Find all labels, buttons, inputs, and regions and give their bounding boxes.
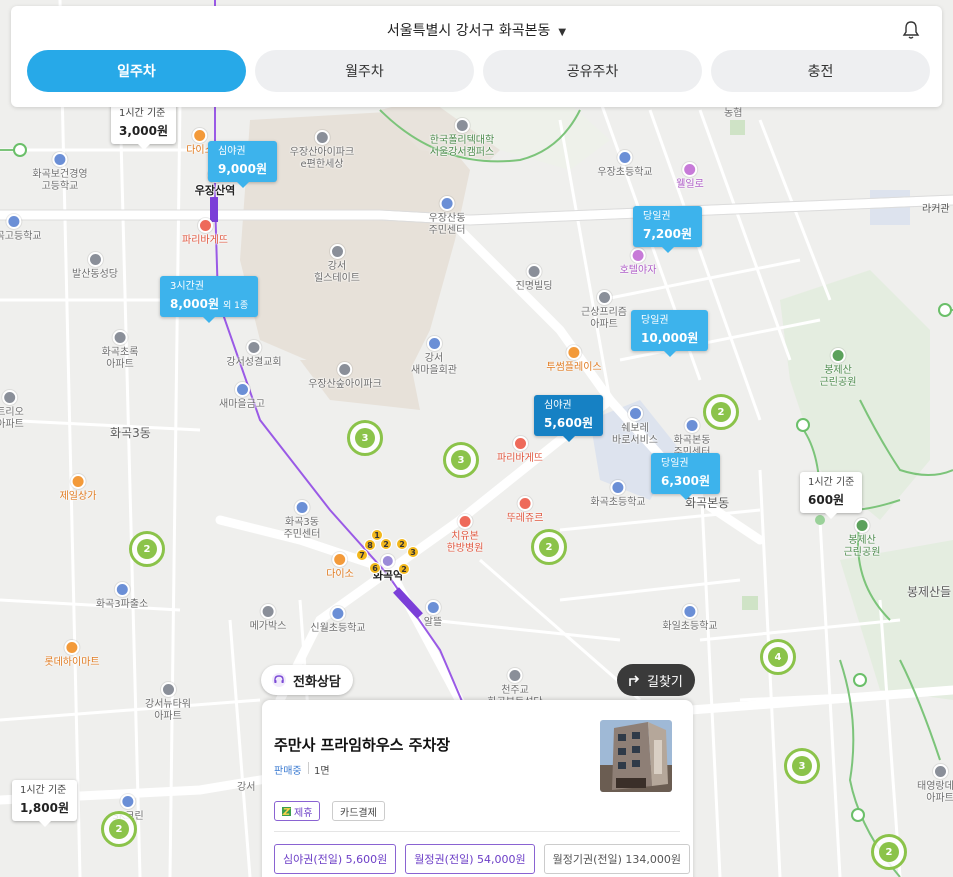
area-label-hwagokbon: 화곡본동 [685,496,730,510]
poi-hwagok-bogeon-school[interactable]: 화곡보건경영 고등학교 [32,152,88,193]
lot-photo[interactable] [600,720,672,792]
parking-cluster[interactable]: 3 [784,748,820,784]
poi-polytech[interactable]: 한국폴리텍대학 서울강서캠퍼스 [430,118,494,159]
poi-gangseo-church[interactable]: 강서성결교회 [226,340,282,369]
directions-button[interactable]: 길찾기 [617,664,695,696]
price-pin[interactable]: 당일권 6,300원 [651,453,720,494]
station-count: 7 [356,549,368,561]
poi-bongjesan-park[interactable]: 봉제산 근린공원 [820,348,856,389]
hourly-price-pin[interactable]: 1시간 기준 600원 [800,472,863,513]
ticket-price-list: 심야권(전일) 5,600원 월정권(전일) 54,000원 월정기권(전일) … [274,844,691,874]
top-header: 서울특별시 강서구 화곡본동 ▼ 일주차 월주차 공유주차 충전 [11,6,942,107]
poi-bongjesan-park-2[interactable]: 봉제산 근린공원 [844,518,880,559]
poi-trio[interactable]: 트리오 아파트 [0,390,24,431]
poi-welo[interactable]: 웰일로 [676,162,704,191]
poi-shinwol-elem[interactable]: 신월초등학교 [310,606,366,635]
poi-hwail-elem[interactable]: 화일초등학교 [662,604,718,633]
poi-woojangsan-center[interactable]: 우장산동 주민센터 [429,196,465,237]
parking-cluster[interactable]: 2 [703,394,739,430]
poi-hwagok3-center[interactable]: 화곡3동 주민센터 [284,500,320,541]
poi-gangseo-newtower[interactable]: 강서뉴타워 아파트 [145,682,191,723]
station-count: 2 [396,538,408,550]
poi-tous-les-jours[interactable]: 뚜레쥬르 [507,496,543,525]
divider [308,762,309,774]
poi-hwagok3-police[interactable]: 화곡3파출소 [96,582,148,611]
tab-daily-parking[interactable]: 일주차 [27,50,246,92]
parking-cluster[interactable]: 3 [443,442,479,478]
hourly-price-pin[interactable]: 1시간 기준 3,000원 [111,103,176,144]
price-pin[interactable]: 당일권 7,200원 [633,206,702,247]
poi-woojangsan-sup[interactable]: 우장산숲아이파크 [308,362,382,391]
poi-hwagok-chorok[interactable]: 화곡초록 아파트 [102,330,138,371]
location-selector[interactable]: 서울특별시 강서구 화곡본동 ▼ [11,20,942,40]
poi-megabox[interactable]: 메가박스 [250,604,286,633]
category-tabs: 일주차 월주차 공유주차 충전 [27,50,930,92]
station-count: 8 [364,539,376,551]
station-count: 2 [380,538,392,550]
lot-spaces: 1면 [314,766,330,777]
parking-lot-card[interactable]: 주만사 프라임하우스 주차장 판매중 1면 제휴 카드결제 심야권(전일) 5,… [262,700,693,877]
ticket-price-monthly[interactable]: 월정권(전일) 54,000원 [405,844,535,874]
price-pin[interactable]: 3시간권 8,000원 외 1종 [160,276,259,317]
poi-paris-baguette-2[interactable]: 파리바게뜨 [497,436,543,465]
price-pin-selected[interactable]: 심야권 5,600원 [534,395,603,436]
station-count: 3 [407,546,419,558]
poi-hwagok-high[interactable]: 화곡고등학교 [0,214,42,243]
station-count: 6 [369,562,381,574]
parking-cluster[interactable]: 4 [760,639,796,675]
poi-balsan-church[interactable]: 발산동성당 [72,252,118,281]
headset-icon [272,673,286,687]
poi-daiso-2[interactable]: 다이소 [326,552,354,581]
poi-jeil-sangga[interactable]: 제일상가 [60,474,96,503]
tab-monthly-parking[interactable]: 월주차 [255,50,474,92]
parking-cluster[interactable]: 2 [129,531,165,567]
partner-logo-icon [282,806,291,816]
lot-name: 주만사 프라임하우스 주차장 [274,736,451,754]
poi-jinmyung[interactable]: 진명빌딩 [516,264,552,293]
poi-chiyubon[interactable]: 치유본 한방병원 [447,514,483,555]
area-label-bongjesan: 봉제산들 [907,585,952,599]
turn-right-arrow-icon [629,675,640,686]
parking-cluster[interactable]: 2 [871,834,907,870]
poi-hwagok-elem[interactable]: 화곡초등학교 [590,480,646,509]
hourly-price-pin[interactable]: 1시간 기준 1,800원 [12,780,77,821]
lot-status: 판매중 [274,766,302,777]
phone-consult-button[interactable]: 전화상담 [261,665,353,695]
parking-cluster[interactable]: 2 [531,529,567,565]
partner-chip: 제휴 [274,801,321,821]
poi-woojang-elem[interactable]: 우장초등학교 [597,150,653,179]
poi-woojangsan-ipark[interactable]: 우장산아이파크 e편한세상 [290,130,354,171]
card-payment-chip: 카드결제 [332,801,385,821]
directions-label: 길찾기 [647,674,683,690]
station-count: 2 [398,563,410,575]
poi-hotel[interactable]: 호텔야자 [620,248,656,277]
ticket-price-monthly-pass[interactable]: 월정기권(전일) 134,000원 [543,844,691,874]
poi-geunsang[interactable]: 근상프리즘 아파트 [581,290,627,331]
parking-cluster[interactable]: 3 [347,420,383,456]
poi-taeyoung[interactable]: 태영랑데뷰 아파트 [917,764,953,805]
poi-paris-baguette[interactable]: 파리바게뜨 [182,218,228,247]
tab-charging[interactable]: 충전 [711,50,930,92]
road-label-gangseo: 강서 [237,782,256,793]
poi-chevrolet[interactable]: 쉐보레 바로서비스 [612,406,658,447]
location-label: 서울특별시 강서구 화곡본동 [386,23,551,39]
ticket-price-night[interactable]: 심야권(전일) 5,600원 [274,844,397,874]
phone-consult-label: 전화상담 [293,674,341,690]
parking-cluster[interactable]: 2 [101,811,137,847]
poi-gangseo-village[interactable]: 강서 새마을회관 [411,336,457,377]
partner-chip-label: 제휴 [294,807,313,819]
poi-twosome[interactable]: 투썸플레이스 [546,345,602,374]
price-pin[interactable]: 심야권 9,000원 [208,141,277,182]
tab-shared-parking[interactable]: 공유주차 [483,50,702,92]
caret-down-icon: ▼ [558,27,567,38]
poi-lotte-himart[interactable]: 롯데하이마트 [44,640,100,669]
area-label-ruckle: 라커관 [922,204,950,215]
bell-icon[interactable] [902,20,920,40]
price-pin[interactable]: 당일권 10,000원 [631,310,709,351]
poi-saemaeul[interactable]: 새마을금고 [219,382,265,411]
poi-altteul[interactable]: 알뜰 [424,600,442,629]
area-label-hwagok3: 화곡3동 [110,426,151,440]
divider [274,831,680,832]
poi-gangseo-hills[interactable]: 강서 힐스테이트 [314,244,360,285]
